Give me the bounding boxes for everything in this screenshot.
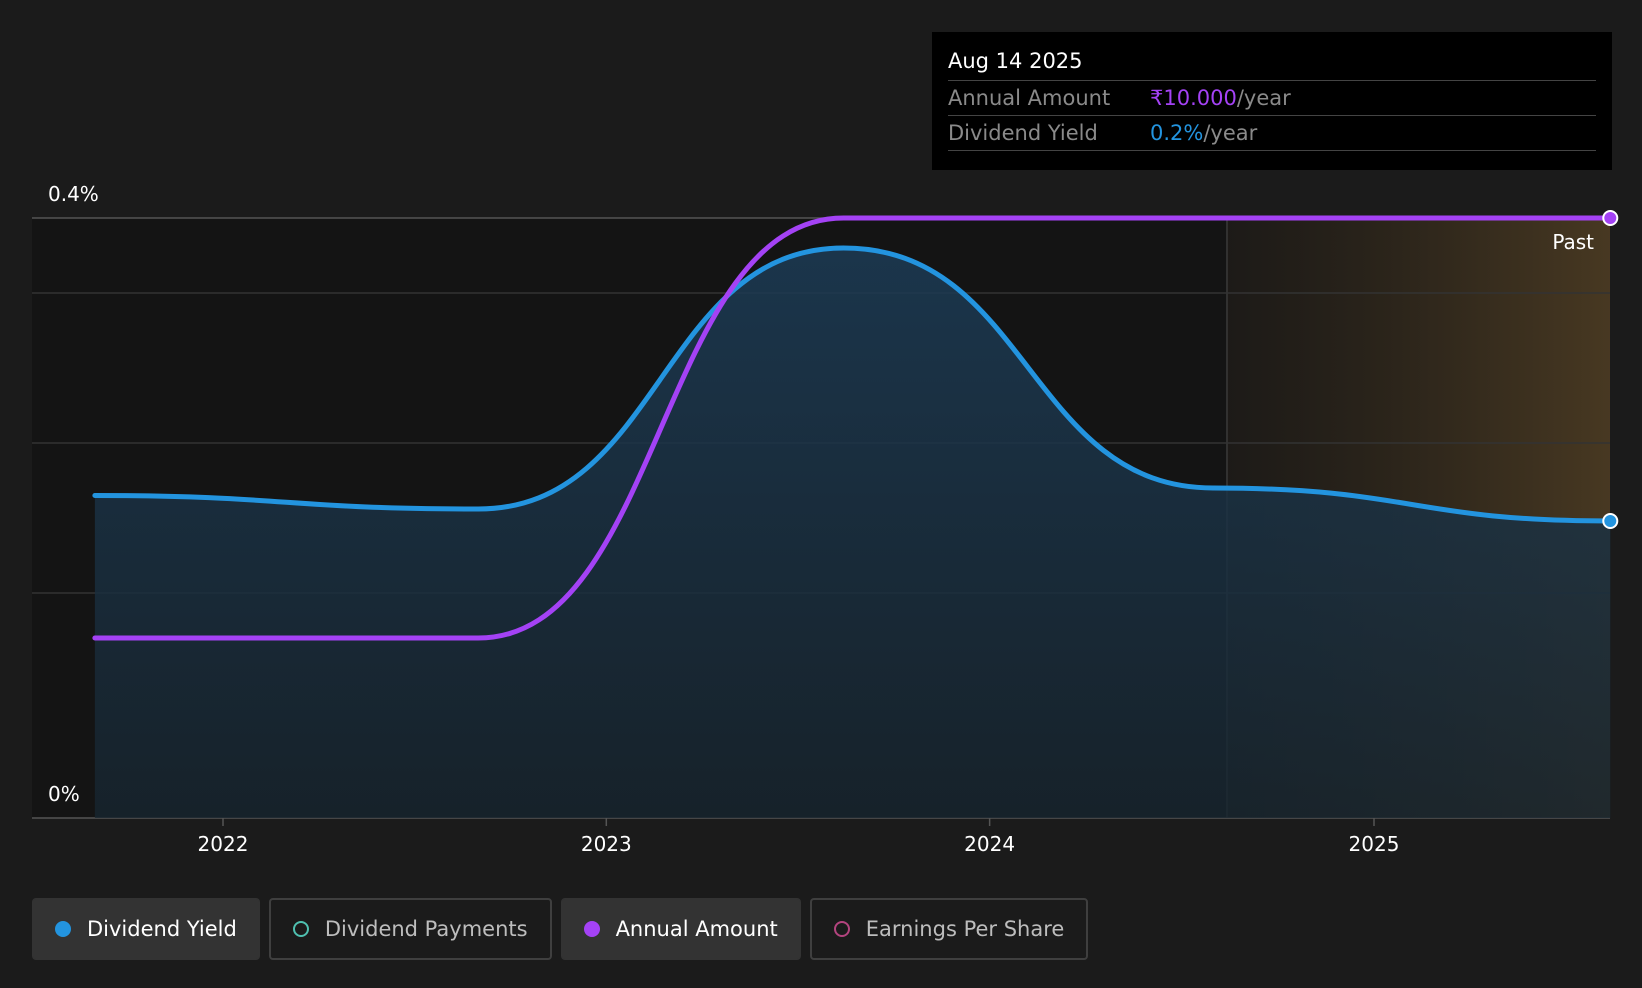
tooltip: Aug 14 2025 Annual Amount ₹10.000 /year … bbox=[932, 32, 1612, 170]
hollow-dot-icon bbox=[833, 921, 850, 937]
legend-label: Annual Amount bbox=[615, 917, 778, 941]
tooltip-label: Dividend Yield bbox=[948, 121, 1098, 145]
chart-legend: Dividend Yield Dividend Payments Annual … bbox=[32, 898, 1089, 960]
x-tick-label: 2025 bbox=[1349, 832, 1400, 856]
tooltip-value: ₹10.000 bbox=[1150, 86, 1237, 110]
tooltip-date: Aug 14 2025 bbox=[948, 46, 1596, 81]
tooltip-row-annual-amount: Annual Amount ₹10.000 /year bbox=[948, 81, 1596, 116]
hollow-dot-icon bbox=[292, 921, 309, 937]
legend-label: Earnings Per Share bbox=[865, 917, 1065, 941]
tooltip-label: Annual Amount bbox=[948, 86, 1111, 110]
legend-annual-amount[interactable]: Annual Amount bbox=[560, 898, 801, 960]
legend-label: Dividend Yield bbox=[87, 917, 237, 941]
tooltip-unit: /year bbox=[1203, 121, 1258, 145]
legend-label: Dividend Payments bbox=[324, 917, 528, 941]
x-tick-label: 2023 bbox=[581, 832, 632, 856]
tooltip-value: 0.2% bbox=[1150, 121, 1204, 145]
x-tick-label: 2024 bbox=[964, 832, 1015, 856]
tooltip-row-dividend-yield: Dividend Yield 0.2% /year bbox=[948, 116, 1596, 151]
y-tick-label: 0% bbox=[48, 782, 80, 806]
filled-dot-icon bbox=[55, 921, 71, 937]
annual-amount-end-point bbox=[1602, 210, 1619, 226]
x-tick-label: 2022 bbox=[198, 832, 249, 856]
past-region-label: Past bbox=[1552, 230, 1594, 254]
filled-dot-icon bbox=[583, 921, 600, 937]
dividend-yield-end-point bbox=[1602, 513, 1619, 529]
legend-dividend-yield[interactable]: Dividend Yield bbox=[32, 898, 260, 960]
y-tick-label: 0.4% bbox=[48, 182, 99, 206]
legend-dividend-payments[interactable]: Dividend Payments bbox=[268, 898, 552, 960]
tooltip-unit: /year bbox=[1236, 86, 1291, 110]
legend-earnings-per-share[interactable]: Earnings Per Share bbox=[809, 898, 1089, 960]
